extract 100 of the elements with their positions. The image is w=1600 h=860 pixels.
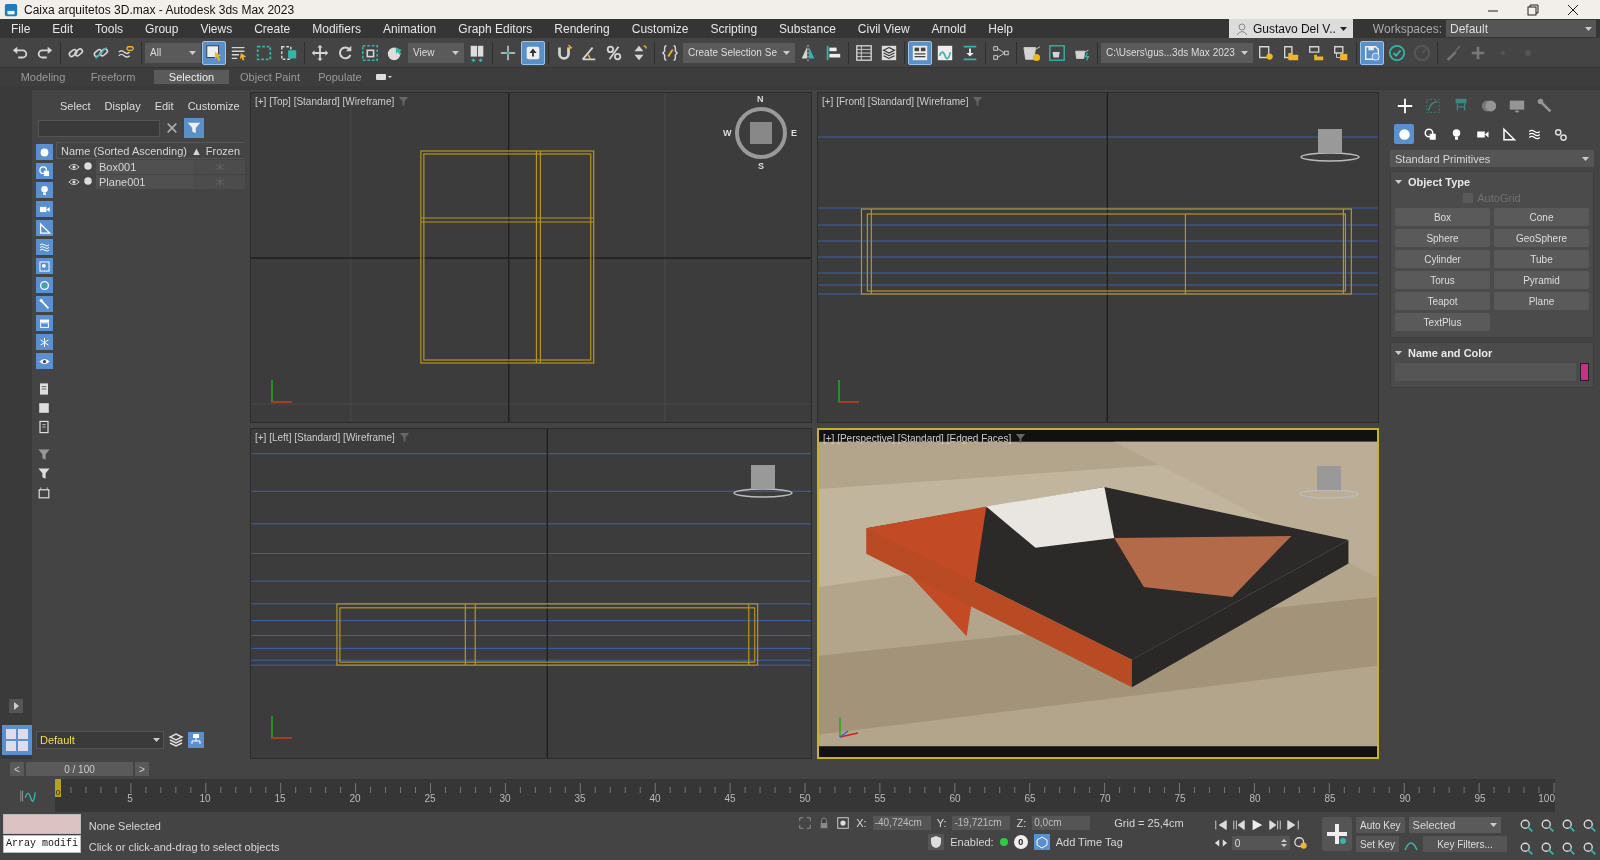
rollout-title[interactable]: Object Type (1408, 176, 1471, 188)
frame-number: 45 (724, 793, 736, 804)
frame-number: 35 (574, 793, 586, 804)
ribbon-tab[interactable]: Selection (154, 70, 229, 84)
viewport-label[interactable]: [+] [Left] [Standard] [Wireframe] (255, 432, 395, 443)
ribbon-tab[interactable]: Freeform (78, 70, 148, 84)
ribbon-tab[interactable]: Populate (305, 70, 375, 84)
menu-item[interactable]: Tools (84, 21, 135, 36)
frame-field[interactable]: 0 (1231, 836, 1290, 850)
menu-item[interactable]: Customize (620, 21, 700, 36)
primitive-button[interactable]: Cylinder (1395, 250, 1490, 268)
coord-label: Z: (1016, 817, 1027, 829)
ribbon-tab[interactable]: Object Paint (235, 70, 305, 84)
key-filters-button[interactable]: Key Filters... (1423, 836, 1507, 852)
menu-item[interactable]: Create (243, 21, 302, 36)
set-key-mode-button[interactable]: Set Key (1355, 836, 1399, 852)
menu-item[interactable]: File (0, 21, 42, 36)
compass-letter: N (757, 94, 764, 104)
menu-item[interactable]: Arnold (920, 21, 978, 36)
frame-number: 10 (199, 793, 211, 804)
next-frame-button[interactable]: > (135, 762, 149, 776)
primitive-button[interactable]: GeoSphere (1494, 229, 1589, 247)
coord-field[interactable]: -40,724cm (872, 816, 931, 830)
frame-number: 90 (1399, 793, 1411, 804)
frame-number: 5 (127, 793, 133, 804)
frame-number: 85 (1324, 793, 1336, 804)
menu-item[interactable]: Substance (768, 21, 847, 36)
ribbon-tab[interactable]: Modeling (8, 70, 78, 84)
explorer-menu-item[interactable]: Select (60, 100, 91, 112)
compass-letter: E (791, 128, 797, 138)
toolbar-dropdown[interactable]: View (408, 42, 464, 63)
coord-label: X: (856, 817, 867, 829)
column-header[interactable]: Name (Sorted Ascending) (57, 144, 187, 157)
coord-field[interactable]: 0,0cm (1032, 816, 1091, 830)
frame-number: 60 (949, 793, 961, 804)
prompt-text: Click or click-and-drag to select objects (88, 840, 281, 853)
frame-number: 95 (1474, 793, 1486, 804)
primitive-button[interactable]: Teapot (1395, 292, 1490, 310)
primitive-button[interactable]: Box (1395, 208, 1490, 226)
primitive-button[interactable]: TextPlus (1395, 313, 1490, 331)
menu-item[interactable]: Scripting (699, 21, 769, 36)
primitive-button[interactable]: Plane (1494, 292, 1589, 310)
toolbar-dropdown[interactable]: All (145, 42, 201, 63)
frame-number: 80 (1249, 793, 1261, 804)
explorer-menu-item[interactable]: Edit (154, 100, 174, 112)
menu-item[interactable]: Help (977, 21, 1024, 36)
frame-number: 100 (1538, 793, 1555, 804)
column-header[interactable]: Frozen (205, 144, 241, 157)
add-time-tag-link[interactable]: Add Time Tag (1055, 836, 1123, 848)
frame-number: 50 (799, 793, 811, 804)
viewport-label[interactable]: [+] [Top] [Standard] [Wireframe] (255, 96, 395, 107)
auto-key-button[interactable]: Auto Key (1355, 817, 1405, 833)
tag-count: 0 (1013, 835, 1028, 849)
viewport-label[interactable]: [+] [Front] [Standard] [Wireframe] (822, 96, 969, 107)
primitive-button[interactable]: Tube (1494, 250, 1589, 268)
sort-arrow: ▲ (190, 144, 202, 157)
menu-item[interactable]: Edit (41, 21, 85, 36)
primitive-button[interactable]: Torus (1395, 271, 1490, 289)
coord-label: Y: (936, 817, 947, 829)
compass-letter: S (758, 161, 764, 171)
primitives-dropdown[interactable]: Standard Primitives (1390, 150, 1594, 167)
menu-item[interactable]: Group (134, 21, 190, 36)
frame-number: 25 (424, 793, 436, 804)
time-tag-label: Enabled: (950, 836, 994, 848)
frame-number: 40 (649, 793, 661, 804)
object-name[interactable]: Box001 (96, 159, 193, 174)
workspaces-dropdown[interactable]: Default (1446, 20, 1596, 37)
primitive-button[interactable]: Sphere (1395, 229, 1490, 247)
explorer-menu-item[interactable]: Customize (187, 100, 240, 112)
menu-item[interactable]: Graph Editors (447, 21, 544, 36)
compass-letter: W (723, 128, 732, 138)
frame-marker[interactable]: 0 (55, 779, 61, 797)
selection-status: None Selected (88, 819, 162, 832)
workspaces-label: Workspaces: (1372, 21, 1442, 36)
object-name[interactable]: Plane001 (96, 174, 193, 189)
frame-number: 15 (274, 793, 286, 804)
frame-number: 70 (1099, 793, 1111, 804)
toolbar-dropdown[interactable]: Create Selection Se (683, 42, 795, 63)
frame-number: 75 (1174, 793, 1186, 804)
frame-number: 65 (1024, 793, 1036, 804)
key-mode-dropdown[interactable]: Selected (1408, 817, 1501, 833)
menu-item[interactable]: Animation (371, 21, 448, 36)
menu-item[interactable]: Rendering (543, 21, 621, 36)
coord-field[interactable]: -19,721cm (952, 816, 1011, 830)
menu-item[interactable]: Views (189, 21, 244, 36)
rollout-title[interactable]: Name and Color (1408, 347, 1493, 359)
explorer-menu-item[interactable]: Display (104, 100, 141, 112)
listener-input-field[interactable]: Array modifi (3, 835, 81, 853)
menu-item[interactable]: Civil View (846, 21, 921, 36)
frame-number: 30 (499, 793, 511, 804)
previous-frame-button[interactable]: < (10, 762, 24, 776)
window-title: Caixa arquitetos 3D.max - Autodesk 3ds Max 2023 (24, 2, 295, 17)
toolbar-dropdown[interactable]: C:\Users\gus...3ds Max 2023 (1100, 42, 1253, 63)
user-menu[interactable]: Gustavo Del V.. (1228, 19, 1353, 38)
grid-size: Grid = 25,4cm (1114, 817, 1184, 829)
frame-number: 20 (349, 793, 361, 804)
menu-item[interactable]: Modifiers (301, 21, 372, 36)
primitive-button[interactable]: Cone (1494, 208, 1589, 226)
primitive-button[interactable]: Pyramid (1494, 271, 1589, 289)
layer-dropdown[interactable]: Default (36, 731, 164, 749)
